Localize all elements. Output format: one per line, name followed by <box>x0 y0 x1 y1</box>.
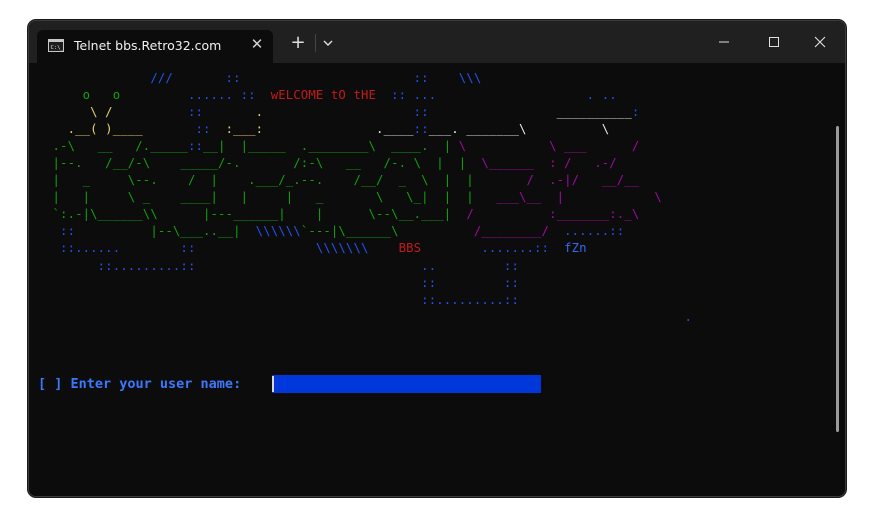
ascii-line: | | \ _ ____| | | _ \ \_| | | ___\__ | \ <box>45 190 662 204</box>
ascii-segment: /// :: :: \\\ <box>45 71 482 85</box>
ascii-segment: ___. _______\ \ <box>428 122 610 137</box>
ascii-segment: . <box>45 309 693 324</box>
ascii-segment: | | \ _ ____| | | _ \ \_| | | <box>45 190 482 205</box>
ascii-segment: wELCOME tO tHE <box>270 88 377 103</box>
ascii-line: /// :: :: \\\ <box>45 71 481 85</box>
ascii-segment: |--. /__/-\ _____/-. /:-\ __ /-. \ | | <box>45 156 474 171</box>
ascii-segment: ::.........:: .. :: <box>45 258 519 273</box>
svg-text:C:\_: C:\_ <box>51 45 65 51</box>
ascii-segment: ......:: <box>564 224 625 239</box>
ascii-line: .-\ __ /._____::__| |_____ .________\ __… <box>45 139 640 154</box>
ascii-segment: | _ \--. / | .___/_.--. /__/ _ \ | | <box>45 173 482 188</box>
ascii-line: .__( )____ :: :___: .____::___. _______\… <box>45 122 610 137</box>
tab-title: Telnet bbs.Retro32.com <box>74 38 222 53</box>
ascii-segment: ___\__ | \ <box>481 190 662 205</box>
ascii-segment: .-\ __ /._____ <box>45 139 188 154</box>
ascii-segment: __________ <box>428 105 632 120</box>
ascii-segment: \______ : / .-/ <box>473 156 617 171</box>
close-window-button[interactable] <box>808 31 832 53</box>
minimize-button[interactable] <box>712 31 736 53</box>
chevron-down-icon[interactable] <box>320 35 336 51</box>
ascii-line: \ / :: . :: __________: <box>45 105 639 119</box>
ascii-segment: .......:: <box>421 241 565 256</box>
ascii-segment: BBS <box>398 241 422 256</box>
ascii-art-banner: /// :: :: \\\ o o ...... :: wELCOME tO t… <box>45 70 692 326</box>
text-cursor <box>272 376 274 392</box>
tab-telnet[interactable]: C:\_ Telnet bbs.Retro32.com ✕ <box>37 30 273 63</box>
titlebar-divider <box>315 34 316 52</box>
ascii-segment: __| |_____ .________\ ____. | <box>203 139 459 154</box>
ascii-line: :: |--\___..__| \\\\\\`---|\______\ /___… <box>45 224 624 238</box>
title-bar: C:\_ Telnet bbs.Retro32.com ✕ + <box>29 21 845 63</box>
ascii-segment: \\\\\\ <box>240 224 301 239</box>
maximize-button[interactable] <box>762 31 786 53</box>
ascii-segment: :: ... . .. <box>376 88 617 103</box>
ascii-segment: :: :: <box>45 275 519 290</box>
ascii-line: ::...... :: \\\\\\\ BBS .......:: fZn <box>45 241 587 255</box>
ascii-segment: : <box>631 105 640 120</box>
terminal-screen[interactable]: /// :: :: \\\ o o ...... :: wELCOME tO t… <box>29 63 845 496</box>
ascii-segment: /________/ <box>398 224 565 239</box>
ascii-segment: :___: <box>225 122 264 137</box>
ascii-segment: `---|\______\ <box>300 224 399 239</box>
ascii-segment: :: <box>413 122 429 137</box>
ascii-line: ::.........:: <box>45 293 519 307</box>
ascii-segment: |--\___..__| <box>150 224 241 239</box>
username-prompt: [ ] Enter your user name: <box>38 376 250 392</box>
ascii-line: . <box>45 310 692 324</box>
ascii-segment: ...... :: <box>120 88 271 103</box>
ascii-segment: \ / <box>45 105 113 120</box>
terminal-window: C:\_ Telnet bbs.Retro32.com ✕ + /// :: :… <box>28 20 846 497</box>
ascii-segment: o o <box>45 88 121 103</box>
ascii-segment: :: <box>187 139 203 154</box>
ascii-line: `:.-|\______\\ |---______| | \--\__.___|… <box>45 207 640 222</box>
new-tab-button[interactable]: + <box>288 33 308 53</box>
ascii-line: |--. /__/-\ _____/-. /:-\ __ /-. \ | | \… <box>45 156 617 170</box>
ascii-segment: `:.-|\______\\ |---______| | \--\__.___| <box>45 207 467 222</box>
ascii-segment: ::...... :: \\\\\\\ <box>45 241 399 256</box>
ascii-segment: fZn <box>564 241 587 256</box>
ascii-line: | _ \--. / | .___/_.--. /__/ _ \ | | / .… <box>45 173 640 188</box>
ascii-segment: ::.........:: <box>45 292 519 307</box>
username-input[interactable] <box>272 375 541 393</box>
ascii-segment: :: <box>142 122 226 137</box>
ascii-segment: :: <box>263 105 429 120</box>
ascii-segment: .__( )____ <box>45 122 143 137</box>
terminal-icon: C:\_ <box>48 39 64 52</box>
vertical-scrollbar[interactable] <box>836 126 839 432</box>
ascii-segment: :: <box>112 105 256 120</box>
close-tab-button[interactable]: ✕ <box>249 36 265 52</box>
ascii-segment: \ \ ___ / <box>458 139 640 154</box>
ascii-segment: .____ <box>263 122 414 137</box>
ascii-line: ::.........:: .. :: <box>45 259 519 273</box>
ascii-line: o o ...... :: wELCOME tO tHE :: ... . .. <box>45 88 617 102</box>
ascii-segment: :: <box>45 224 151 239</box>
ascii-segment: / .-|/ __/__ <box>481 173 640 188</box>
ascii-line: :: :: <box>45 276 519 290</box>
ascii-segment: / :_______:._\ <box>466 207 640 222</box>
